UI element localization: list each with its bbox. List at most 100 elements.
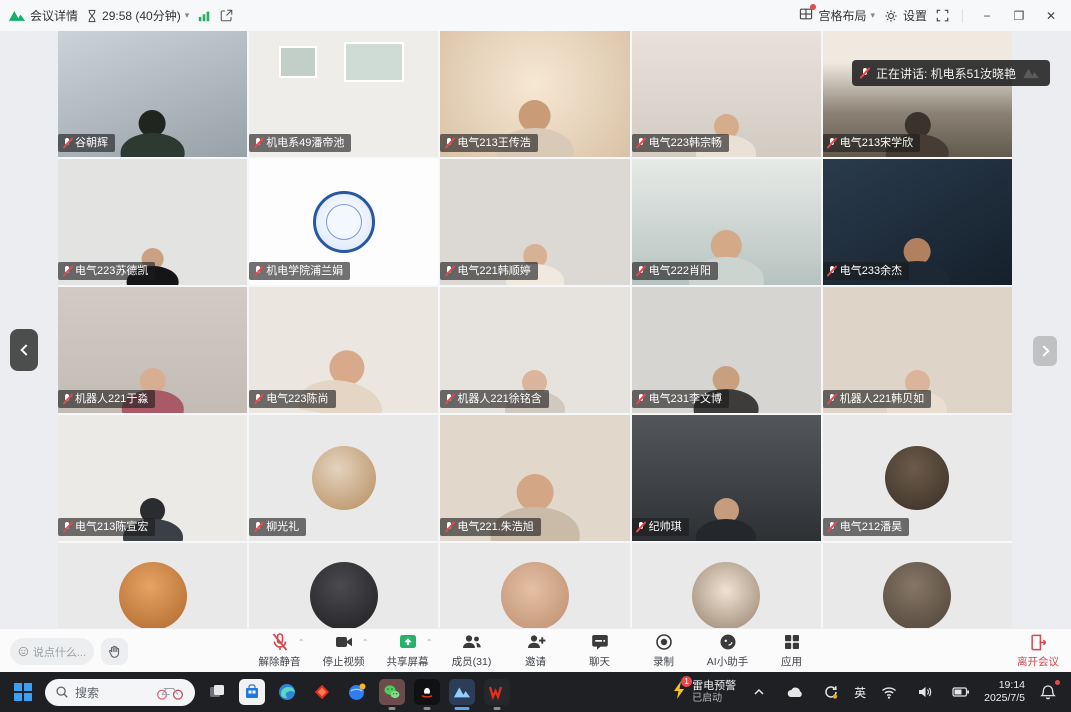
mic-muted-icon <box>62 521 72 533</box>
chevron-up-icon <box>753 686 765 698</box>
mic-muted-icon <box>827 521 837 533</box>
participant-nameplate: 电气231李文博 <box>632 390 729 408</box>
apps-button[interactable]: 应用 <box>768 632 816 669</box>
participant-name: 电气212潘昊 <box>840 522 902 533</box>
participant-name: 电气213宋学欣 <box>840 138 913 149</box>
onedrive-button[interactable] <box>782 679 808 705</box>
participant-nameplate: 柳光礼 <box>249 518 306 536</box>
participant-tile[interactable]: 电气221.朱浩旭 <box>440 415 629 541</box>
pop-out-button[interactable] <box>219 8 234 23</box>
edge-browser-button[interactable] <box>274 679 300 705</box>
notification-center-button[interactable] <box>1035 679 1061 705</box>
red-diamond-app-button[interactable] <box>309 679 335 705</box>
task-view-button[interactable] <box>204 679 230 705</box>
microsoft-store-button[interactable] <box>239 679 265 705</box>
cloud-icon <box>786 685 804 699</box>
chat-placeholder: 说点什么... <box>33 644 86 660</box>
red-diamond-icon <box>313 683 331 701</box>
unmute-button[interactable]: 解除静音 ⌃ <box>256 632 304 669</box>
participant-tile[interactable] <box>249 543 438 628</box>
share-screen-button[interactable]: 共享屏幕 ⌃ <box>384 632 432 669</box>
participant-tile[interactable]: 电气213陈宣宏 <box>58 415 247 541</box>
mic-muted-icon <box>444 265 454 277</box>
ai-assistant-button[interactable]: AI小助手 <box>704 632 752 669</box>
quick-chat-input[interactable]: 说点什么... <box>10 638 94 665</box>
participant-tile[interactable] <box>58 543 247 628</box>
participant-nameplate: 谷朝辉 <box>58 134 115 152</box>
participant-tile[interactable] <box>440 543 629 628</box>
blue-sphere-app-button[interactable] <box>344 679 370 705</box>
participant-tile[interactable]: 机器人221徐铭含 <box>440 287 629 413</box>
wechat-button[interactable] <box>379 679 405 705</box>
participant-tile[interactable]: 纪帅琪 <box>632 415 821 541</box>
network-quality[interactable] <box>197 9 211 23</box>
volume-button[interactable] <box>912 679 938 705</box>
date-value: 2025/7/5 <box>984 692 1025 705</box>
wall-art <box>279 46 317 78</box>
meeting-timer[interactable]: 29:58 (40分钟) ▾ <box>86 7 189 24</box>
participant-tile[interactable]: 电气213宋学欣 <box>823 31 1012 157</box>
participant-tile[interactable]: 机电系49潘帝池 <box>249 31 438 157</box>
hidden-icons-button[interactable] <box>746 679 772 705</box>
caret-up-icon[interactable]: ⌃ <box>298 638 305 647</box>
battery-button[interactable] <box>948 679 974 705</box>
participant-tile[interactable]: 电气221韩顺婷 <box>440 159 629 285</box>
record-button[interactable]: 录制 <box>640 632 688 669</box>
update-sync-button[interactable] <box>818 679 844 705</box>
fullscreen-button[interactable] <box>935 8 950 23</box>
hourglass-icon <box>86 9 98 23</box>
meeting-menu[interactable]: 会议详情 <box>8 7 78 24</box>
input-language-indicator[interactable]: 英 <box>854 684 866 701</box>
participant-tile[interactable] <box>823 543 1012 628</box>
sync-icon <box>823 684 839 700</box>
participant-tile[interactable]: 柳光礼 <box>249 415 438 541</box>
members-icon <box>461 632 482 652</box>
caret-up-icon[interactable]: ⌃ <box>426 638 433 647</box>
minimize-button[interactable]: − <box>975 6 999 26</box>
qq-button[interactable] <box>414 679 440 705</box>
participant-tile[interactable]: 电气231李文博 <box>632 287 821 413</box>
raise-hand-button[interactable] <box>101 638 128 665</box>
wps-button[interactable] <box>484 679 510 705</box>
participant-tile[interactable]: 电气223韩宗畅 <box>632 31 821 157</box>
caret-up-icon[interactable]: ⌃ <box>362 638 369 647</box>
start-button[interactable] <box>10 679 36 705</box>
participant-tile[interactable] <box>632 543 821 628</box>
next-page-button[interactable] <box>1033 336 1057 366</box>
taskbar-search[interactable]: 搜索 <box>45 679 195 706</box>
raise-hand-icon <box>107 644 123 660</box>
participant-tile[interactable]: 机电学院浦兰娟 <box>249 159 438 285</box>
close-button[interactable]: ✕ <box>1039 6 1063 26</box>
apps-icon <box>782 632 802 652</box>
participant-tile[interactable]: 机器人221韩贝如 <box>823 287 1012 413</box>
participant-tile[interactable]: 谷朝辉 <box>58 31 247 157</box>
mic-muted-icon <box>827 137 837 149</box>
taskbar-clock[interactable]: 19:14 2025/7/5 <box>984 679 1025 704</box>
settings-label: 设置 <box>903 7 927 24</box>
layout-switcher[interactable]: 宫格布局 ▾ <box>798 6 875 25</box>
participant-name: 电气231李文博 <box>649 394 722 405</box>
participant-tile[interactable]: 电气212潘昊 <box>823 415 1012 541</box>
participant-tile[interactable]: 机器人221于淼 <box>58 287 247 413</box>
settings-button[interactable]: 设置 <box>883 7 927 24</box>
participant-nameplate: 机器人221于淼 <box>58 390 155 408</box>
stop-video-button[interactable]: 停止视频 ⌃ <box>320 632 368 669</box>
participant-tile[interactable]: 电气223苏德凯 <box>58 159 247 285</box>
participant-nameplate: 电气213陈宣宏 <box>58 518 155 536</box>
chat-button[interactable]: 聊天 <box>576 632 624 669</box>
leave-meeting-button[interactable]: 离开会议 <box>1017 633 1059 669</box>
participant-tile[interactable]: 电气222肖阳 <box>632 159 821 285</box>
wifi-button[interactable] <box>876 679 902 705</box>
participant-tile[interactable]: 电气223陈尚 <box>249 287 438 413</box>
maximize-button[interactable]: ❐ <box>1007 6 1031 26</box>
invite-button[interactable]: 邀请 <box>512 632 560 669</box>
pop-out-icon <box>219 8 234 23</box>
time-value: 19:14 <box>999 679 1025 692</box>
tencent-meeting-app-button[interactable] <box>449 679 475 705</box>
members-button[interactable]: 成员(31) <box>448 632 496 669</box>
signal-bars-icon <box>197 9 211 23</box>
participant-tile[interactable]: 电气213王传浩 <box>440 31 629 157</box>
participant-tile[interactable]: 电气233余杰 <box>823 159 1012 285</box>
previous-page-button[interactable] <box>10 329 38 371</box>
weather-alert-widget[interactable]: 1 雷电预警 已启动 <box>671 680 736 705</box>
